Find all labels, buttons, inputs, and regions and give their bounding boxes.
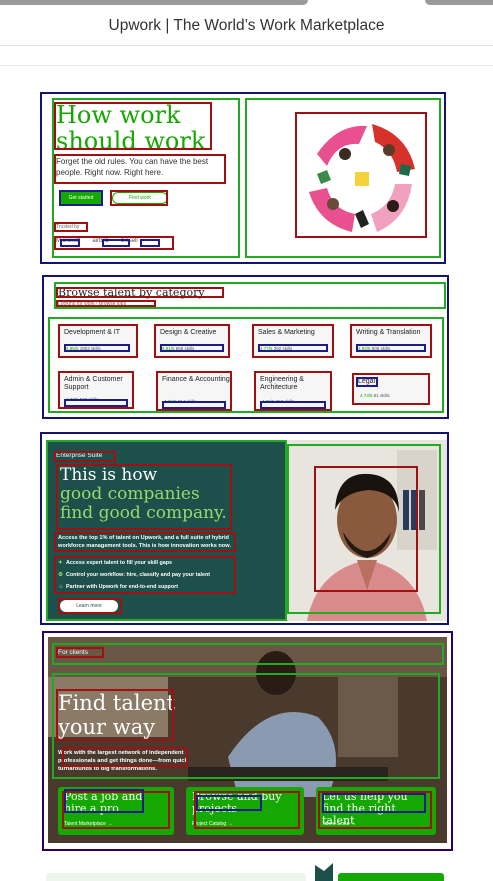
talent-scout-tile[interactable]: Let us help you find the right talent Ta… xyxy=(316,787,436,835)
enterprise-title-box xyxy=(56,464,232,530)
enterprise-section: Enterprise Suite This is how good compan… xyxy=(40,432,449,625)
category-skills: 61 skills xyxy=(373,393,390,398)
categories-grid: Development & IT 4.85/5 1853 skills Desi… xyxy=(48,317,444,413)
clients-desc-box xyxy=(62,747,188,767)
illustration-box xyxy=(295,112,427,238)
tile-title-box xyxy=(196,795,262,811)
clients-panel: For clients Find talent your way Work wi… xyxy=(48,637,447,843)
meta-box xyxy=(356,344,426,352)
category-card-writing[interactable]: Writing & Translation 4.92/5 505 skills xyxy=(350,324,432,358)
sub-navbar xyxy=(0,46,493,66)
category-card-legal[interactable]: Legal 4.73/5 61 skills xyxy=(352,373,430,405)
enterprise-bullets-box xyxy=(54,556,236,594)
categories-header: Browse talent by category Looking for wo… xyxy=(54,282,446,309)
browser-title-bar: Upwork | The World’s Work Marketplace xyxy=(0,0,493,46)
post-job-tile[interactable]: Post a job and hire a pro Talent Marketp… xyxy=(58,787,174,835)
category-name: Finance & Accounting xyxy=(162,376,230,383)
learn-more-box xyxy=(58,598,122,614)
hero-right-column xyxy=(245,98,441,258)
category-name: Development & IT xyxy=(64,329,121,336)
photo-face-box xyxy=(314,466,418,592)
leaf-icon xyxy=(315,863,333,881)
clients-section: For clients Find talent your way Work wi… xyxy=(42,631,453,851)
category-card-sales[interactable]: Sales & Marketing 4.77/5 392 skills xyxy=(252,324,334,358)
category-name: Engineering & Architecture xyxy=(260,376,304,391)
next-section-stub-left xyxy=(46,873,306,881)
browse-jobs-box xyxy=(56,300,156,307)
category-name: Admin & Customer Support xyxy=(64,376,123,391)
category-name: Design & Creative xyxy=(160,329,217,336)
clients-header-box xyxy=(52,643,444,665)
name-box xyxy=(356,377,378,387)
logo-box-1 xyxy=(60,239,80,247)
category-card-engineering[interactable]: Engineering & Architecture 4.85/5 650 sk… xyxy=(254,371,332,411)
hero-section: How work should work Forget the old rule… xyxy=(40,92,446,264)
trusted-by-box xyxy=(54,222,88,232)
enterprise-desc-box xyxy=(54,532,236,552)
tab-strip-right[interactable] xyxy=(425,0,493,5)
logo-box-3 xyxy=(140,239,160,247)
category-card-development[interactable]: Development & IT 4.85/5 1853 skills xyxy=(58,324,138,358)
category-meta: 4.73/5 61 skills xyxy=(360,393,390,398)
meta-box xyxy=(260,401,326,409)
category-card-design[interactable]: Design & Creative 4.91/5 968 skills xyxy=(154,324,230,358)
logo-box-2 xyxy=(102,239,130,247)
tile-title-box xyxy=(322,793,426,813)
categories-title-box xyxy=(56,287,224,298)
meta-box xyxy=(64,344,130,352)
meta-box xyxy=(162,401,226,409)
category-name: Sales & Marketing xyxy=(258,329,315,336)
next-section-stub-right[interactable] xyxy=(338,873,444,881)
category-name: Writing & Translation xyxy=(356,329,421,336)
meta-box xyxy=(258,344,328,352)
category-card-finance[interactable]: Finance & Accounting 4.79/5 214 skills xyxy=(156,371,232,411)
meta-box xyxy=(64,399,128,407)
find-work-box xyxy=(110,190,168,206)
browse-projects-tile[interactable]: Browse and buy projects Project Catalog … xyxy=(186,787,304,835)
meta-box xyxy=(160,344,224,352)
tab-strip-left[interactable] xyxy=(0,0,308,5)
categories-section: Browse talent by category Looking for wo… xyxy=(42,275,449,419)
category-card-admin[interactable]: Admin & Customer Support 4.77/5 508 skil… xyxy=(58,371,134,409)
enterprise-tag-box xyxy=(54,451,116,462)
hero-title-box xyxy=(54,102,212,150)
enterprise-panel: Enterprise Suite This is how good compan… xyxy=(46,440,287,621)
tile-title-box xyxy=(64,789,144,813)
hero-subtitle-box xyxy=(54,154,226,184)
category-rating: 4.73/5 xyxy=(360,393,373,398)
window-title: Upwork | The World’s Work Marketplace xyxy=(108,17,385,34)
get-started-box xyxy=(59,190,103,206)
